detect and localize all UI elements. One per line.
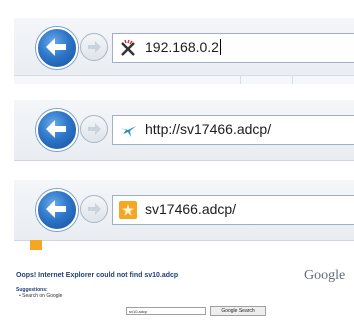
forward-button[interactable] — [80, 115, 108, 143]
address-text: sv17466.adcp/ — [145, 201, 237, 217]
tab-row — [14, 75, 354, 84]
search-suggestion-link[interactable]: • Search on Google — [19, 293, 62, 299]
address-bar[interactable]: 192.168.0.2 — [112, 33, 354, 63]
broken-x-icon — [121, 39, 135, 56]
bird-icon — [120, 126, 136, 137]
error-message: Oops! Internet Explorer could not find s… — [16, 272, 179, 279]
google-search-button[interactable]: Google Search — [210, 306, 266, 316]
orange-star-icon — [119, 201, 137, 219]
ie-address-strip-2: http://sv17466.adcp/ — [14, 100, 354, 161]
forward-arrow-icon — [88, 41, 101, 53]
forward-arrow-icon — [88, 203, 101, 215]
error-page: Oops! Internet Explorer could not find s… — [6, 262, 354, 330]
address-text: http://sv17466.adcp/ — [145, 121, 272, 137]
back-arrow-icon — [46, 200, 66, 218]
forward-arrow-icon — [88, 123, 101, 135]
ie-address-strip-3: sv17466.adcp/ — [14, 180, 354, 241]
back-arrow-icon — [46, 120, 66, 138]
favicon-fragment — [30, 240, 42, 250]
back-button[interactable] — [36, 27, 78, 69]
address-bar[interactable]: http://sv17466.adcp/ — [112, 115, 354, 145]
google-logo: Google — [304, 268, 346, 283]
back-button[interactable] — [36, 109, 78, 151]
back-button[interactable] — [36, 189, 78, 231]
forward-button[interactable] — [80, 33, 108, 61]
search-input[interactable]: sv10.adcp — [126, 307, 206, 315]
address-text: 192.168.0.2 — [145, 39, 221, 55]
back-arrow-icon — [46, 38, 66, 56]
forward-button[interactable] — [80, 195, 108, 223]
ie-address-strip-1: 192.168.0.2 — [14, 18, 354, 84]
address-bar[interactable]: sv17466.adcp/ — [112, 195, 354, 225]
